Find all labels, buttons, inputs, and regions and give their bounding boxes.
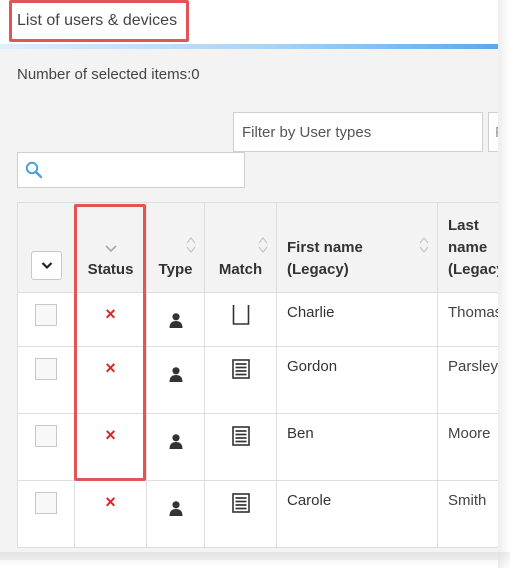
status-error-icon: × xyxy=(105,425,116,445)
status-cell: × xyxy=(74,413,147,481)
status-error-icon: × xyxy=(105,492,116,512)
list-doc-icon xyxy=(231,359,250,379)
selected-items-count: Number of selected items:0 xyxy=(17,66,200,83)
select-all-dropdown[interactable] xyxy=(31,251,62,280)
column-last-name-line2: name xyxy=(448,239,488,256)
column-first-name-line2: (Legacy) xyxy=(287,261,349,278)
column-first-name-line1: First name xyxy=(287,239,363,256)
row-select-cell xyxy=(17,346,75,414)
row-select-cell xyxy=(17,413,75,481)
table-row[interactable]: × xyxy=(17,346,498,414)
match-cell xyxy=(204,346,277,414)
panel-shadow-bottom xyxy=(0,552,510,568)
match-cell xyxy=(204,292,277,347)
column-last-name-label: Last name (Legacy) xyxy=(448,215,498,281)
first-name-text: Gordon xyxy=(287,358,338,375)
first-name-cell: Ben xyxy=(276,413,438,481)
row-checkbox[interactable] xyxy=(35,358,57,380)
user-icon xyxy=(169,434,182,449)
first-name-text: Charlie xyxy=(287,304,335,321)
last-name-cell: Parsley xyxy=(437,346,498,414)
column-select xyxy=(17,202,75,293)
row-select-cell xyxy=(17,292,75,347)
type-cell xyxy=(146,346,205,414)
column-first-name-label: First name (Legacy) xyxy=(287,237,437,281)
sort-icon[interactable] xyxy=(186,236,196,254)
table-row[interactable]: × Charlie Thomas xyxy=(17,292,498,347)
last-name-cell: Thomas xyxy=(437,292,498,347)
column-match-label: Match xyxy=(218,261,263,278)
first-name-cell: Charlie xyxy=(276,292,438,347)
type-cell xyxy=(146,480,205,548)
filter-user-types-input[interactable] xyxy=(233,112,483,152)
first-name-text: Carole xyxy=(287,492,332,509)
status-error-icon: × xyxy=(105,358,116,378)
status-error-icon: × xyxy=(105,304,116,324)
column-last-name[interactable]: Last name (Legacy) xyxy=(437,202,498,293)
row-checkbox[interactable] xyxy=(35,425,57,447)
match-cell xyxy=(204,413,277,481)
last-name-text: Thomas xyxy=(448,304,498,321)
panel-shadow-right xyxy=(498,0,510,568)
filter-second-input[interactable] xyxy=(488,112,498,152)
last-name-text: Moore xyxy=(448,425,491,442)
table-row[interactable]: × xyxy=(17,413,498,481)
content-area: Number of selected items:0 Filter by Use… xyxy=(0,49,498,560)
user-icon xyxy=(169,367,182,382)
search-icon xyxy=(25,161,43,179)
last-name-cell: Smith xyxy=(437,480,498,548)
user-icon xyxy=(169,313,182,328)
first-name-text: Ben xyxy=(287,425,314,442)
column-type[interactable]: Type xyxy=(146,202,205,293)
search-input[interactable] xyxy=(17,152,245,188)
row-checkbox[interactable] xyxy=(35,304,57,326)
list-doc-icon xyxy=(231,426,250,446)
users-table-container: Status Type Match First name (Legacy) La… xyxy=(17,202,498,560)
match-cell xyxy=(204,480,277,548)
type-cell xyxy=(146,292,205,347)
list-doc-icon xyxy=(231,493,250,513)
table-row[interactable]: × xyxy=(17,480,498,548)
panel-header: List of users & devices xyxy=(0,0,498,44)
row-checkbox[interactable] xyxy=(35,492,57,514)
column-first-name[interactable]: First name (Legacy) xyxy=(276,202,438,293)
title-highlight-box xyxy=(9,0,189,42)
user-icon xyxy=(169,501,182,516)
last-name-cell: Moore xyxy=(437,413,498,481)
first-name-cell: Carole xyxy=(276,480,438,548)
sort-desc-icon[interactable] xyxy=(104,244,118,253)
row-select-cell xyxy=(17,480,75,548)
status-cell: × xyxy=(74,292,147,347)
column-type-label: Type xyxy=(158,261,193,278)
column-match[interactable]: Match xyxy=(204,202,277,293)
table-header-row: Status Type Match First name (Legacy) La… xyxy=(17,202,498,293)
last-name-text: Parsley xyxy=(448,358,498,375)
chevron-down-icon xyxy=(41,262,53,270)
sort-icon[interactable] xyxy=(258,236,268,254)
first-name-cell: Gordon xyxy=(276,346,438,414)
status-cell: × xyxy=(74,346,147,414)
users-devices-panel: List of users & devices Number of select… xyxy=(0,0,498,560)
column-last-name-line3: (Legacy) xyxy=(448,261,498,278)
status-cell: × xyxy=(74,480,147,548)
column-status[interactable]: Status xyxy=(74,202,147,293)
users-table: Status Type Match First name (Legacy) La… xyxy=(17,202,498,548)
empty-doc-icon xyxy=(232,305,249,325)
type-cell xyxy=(146,413,205,481)
last-name-text: Smith xyxy=(448,492,487,509)
column-status-label: Status xyxy=(87,261,134,278)
column-last-name-line1: Last xyxy=(448,217,479,234)
